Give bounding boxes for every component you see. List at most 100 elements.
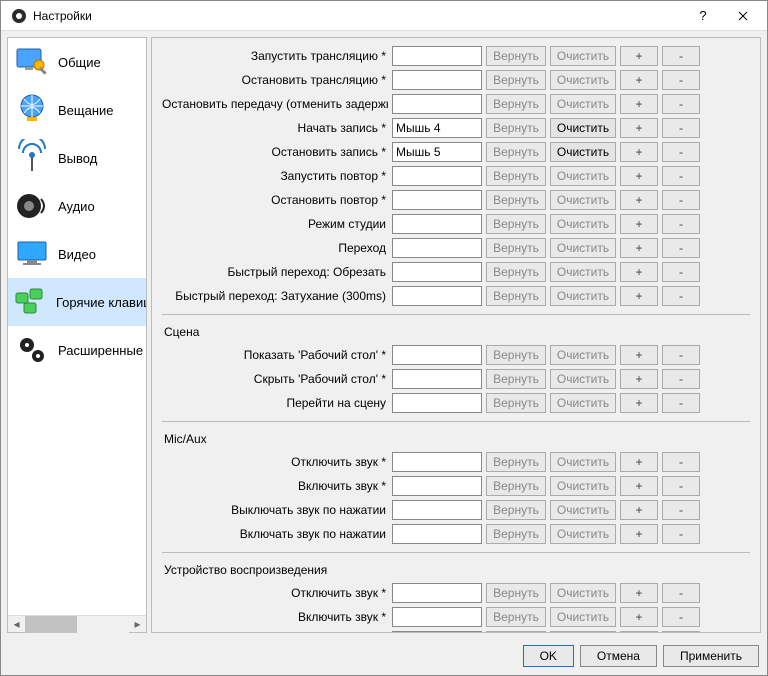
hotkey-input[interactable]: [392, 142, 482, 162]
add-button[interactable]: +: [620, 214, 658, 234]
add-button[interactable]: +: [620, 524, 658, 544]
add-button[interactable]: +: [620, 262, 658, 282]
remove-button[interactable]: -: [662, 166, 700, 186]
remove-button[interactable]: -: [662, 94, 700, 114]
hotkey-input[interactable]: [392, 94, 482, 114]
remove-button[interactable]: -: [662, 142, 700, 162]
remove-button[interactable]: -: [662, 238, 700, 258]
ok-button[interactable]: OK: [523, 645, 574, 667]
revert-button[interactable]: Вернуть: [486, 476, 546, 496]
clear-button[interactable]: Очистить: [550, 118, 616, 138]
hotkey-input[interactable]: [392, 631, 482, 633]
revert-button[interactable]: Вернуть: [486, 238, 546, 258]
apply-button[interactable]: Применить: [663, 645, 759, 667]
revert-button[interactable]: Вернуть: [486, 190, 546, 210]
clear-button[interactable]: Очистить: [550, 369, 616, 389]
revert-button[interactable]: Вернуть: [486, 500, 546, 520]
clear-button[interactable]: Очистить: [550, 166, 616, 186]
hotkey-input[interactable]: [392, 583, 482, 603]
revert-button[interactable]: Вернуть: [486, 262, 546, 282]
remove-button[interactable]: -: [662, 118, 700, 138]
revert-button[interactable]: Вернуть: [486, 70, 546, 90]
revert-button[interactable]: Вернуть: [486, 452, 546, 472]
hotkey-input[interactable]: [392, 262, 482, 282]
hotkey-input[interactable]: [392, 452, 482, 472]
help-button[interactable]: ?: [683, 2, 723, 30]
hotkey-input[interactable]: [392, 70, 482, 90]
add-button[interactable]: +: [620, 166, 658, 186]
remove-button[interactable]: -: [662, 607, 700, 627]
hotkey-input[interactable]: [392, 524, 482, 544]
hotkey-input[interactable]: [392, 118, 482, 138]
hotkey-input[interactable]: [392, 607, 482, 627]
remove-button[interactable]: -: [662, 583, 700, 603]
clear-button[interactable]: Очистить: [550, 262, 616, 282]
revert-button[interactable]: Вернуть: [486, 607, 546, 627]
add-button[interactable]: +: [620, 369, 658, 389]
add-button[interactable]: +: [620, 142, 658, 162]
add-button[interactable]: +: [620, 190, 658, 210]
close-button[interactable]: [723, 2, 763, 30]
add-button[interactable]: +: [620, 476, 658, 496]
remove-button[interactable]: -: [662, 524, 700, 544]
hotkey-input[interactable]: [392, 46, 482, 66]
revert-button[interactable]: Вернуть: [486, 214, 546, 234]
remove-button[interactable]: -: [662, 393, 700, 413]
remove-button[interactable]: -: [662, 70, 700, 90]
clear-button[interactable]: Очистить: [550, 393, 616, 413]
sidebar-hscroll[interactable]: ◂ ▸: [8, 615, 146, 632]
add-button[interactable]: +: [620, 238, 658, 258]
hotkey-input[interactable]: [392, 238, 482, 258]
sidebar-item-general[interactable]: Общие: [8, 38, 146, 86]
revert-button[interactable]: Вернуть: [486, 118, 546, 138]
sidebar-item-hotkeys[interactable]: Горячие клавиши: [8, 278, 146, 326]
add-button[interactable]: +: [620, 286, 658, 306]
clear-button[interactable]: Очистить: [550, 452, 616, 472]
clear-button[interactable]: Очистить: [550, 286, 616, 306]
clear-button[interactable]: Очистить: [550, 500, 616, 520]
clear-button[interactable]: Очистить: [550, 607, 616, 627]
sidebar-item-stream[interactable]: Вещание: [8, 86, 146, 134]
hotkey-input[interactable]: [392, 345, 482, 365]
add-button[interactable]: +: [620, 393, 658, 413]
cancel-button[interactable]: Отмена: [580, 645, 657, 667]
hotkey-input[interactable]: [392, 476, 482, 496]
add-button[interactable]: +: [620, 118, 658, 138]
scroll-right-icon[interactable]: ▸: [129, 616, 146, 633]
revert-button[interactable]: Вернуть: [486, 524, 546, 544]
clear-button[interactable]: Очистить: [550, 476, 616, 496]
remove-button[interactable]: -: [662, 214, 700, 234]
hotkey-input[interactable]: [392, 286, 482, 306]
remove-button[interactable]: -: [662, 46, 700, 66]
remove-button[interactable]: -: [662, 476, 700, 496]
hotkey-input[interactable]: [392, 500, 482, 520]
hotkey-input[interactable]: [392, 369, 482, 389]
clear-button[interactable]: Очистить: [550, 190, 616, 210]
clear-button[interactable]: Очистить: [550, 345, 616, 365]
hotkey-input[interactable]: [392, 190, 482, 210]
clear-button[interactable]: Очистить: [550, 214, 616, 234]
scroll-left-icon[interactable]: ◂: [8, 616, 25, 633]
hotkey-input[interactable]: [392, 166, 482, 186]
sidebar-item-video[interactable]: Видео: [8, 230, 146, 278]
add-button[interactable]: +: [620, 500, 658, 520]
remove-button[interactable]: -: [662, 631, 700, 633]
remove-button[interactable]: -: [662, 369, 700, 389]
hotkey-input[interactable]: [392, 393, 482, 413]
sidebar-item-advanced[interactable]: Расширенные: [8, 326, 146, 374]
clear-button[interactable]: Очистить: [550, 142, 616, 162]
clear-button[interactable]: Очистить: [550, 238, 616, 258]
revert-button[interactable]: Вернуть: [486, 393, 546, 413]
add-button[interactable]: +: [620, 452, 658, 472]
revert-button[interactable]: Вернуть: [486, 345, 546, 365]
clear-button[interactable]: Очистить: [550, 631, 616, 633]
add-button[interactable]: +: [620, 94, 658, 114]
add-button[interactable]: +: [620, 631, 658, 633]
remove-button[interactable]: -: [662, 452, 700, 472]
revert-button[interactable]: Вернуть: [486, 46, 546, 66]
clear-button[interactable]: Очистить: [550, 46, 616, 66]
hotkey-input[interactable]: [392, 214, 482, 234]
scroll-thumb[interactable]: [25, 616, 77, 633]
add-button[interactable]: +: [620, 46, 658, 66]
revert-button[interactable]: Вернуть: [486, 286, 546, 306]
